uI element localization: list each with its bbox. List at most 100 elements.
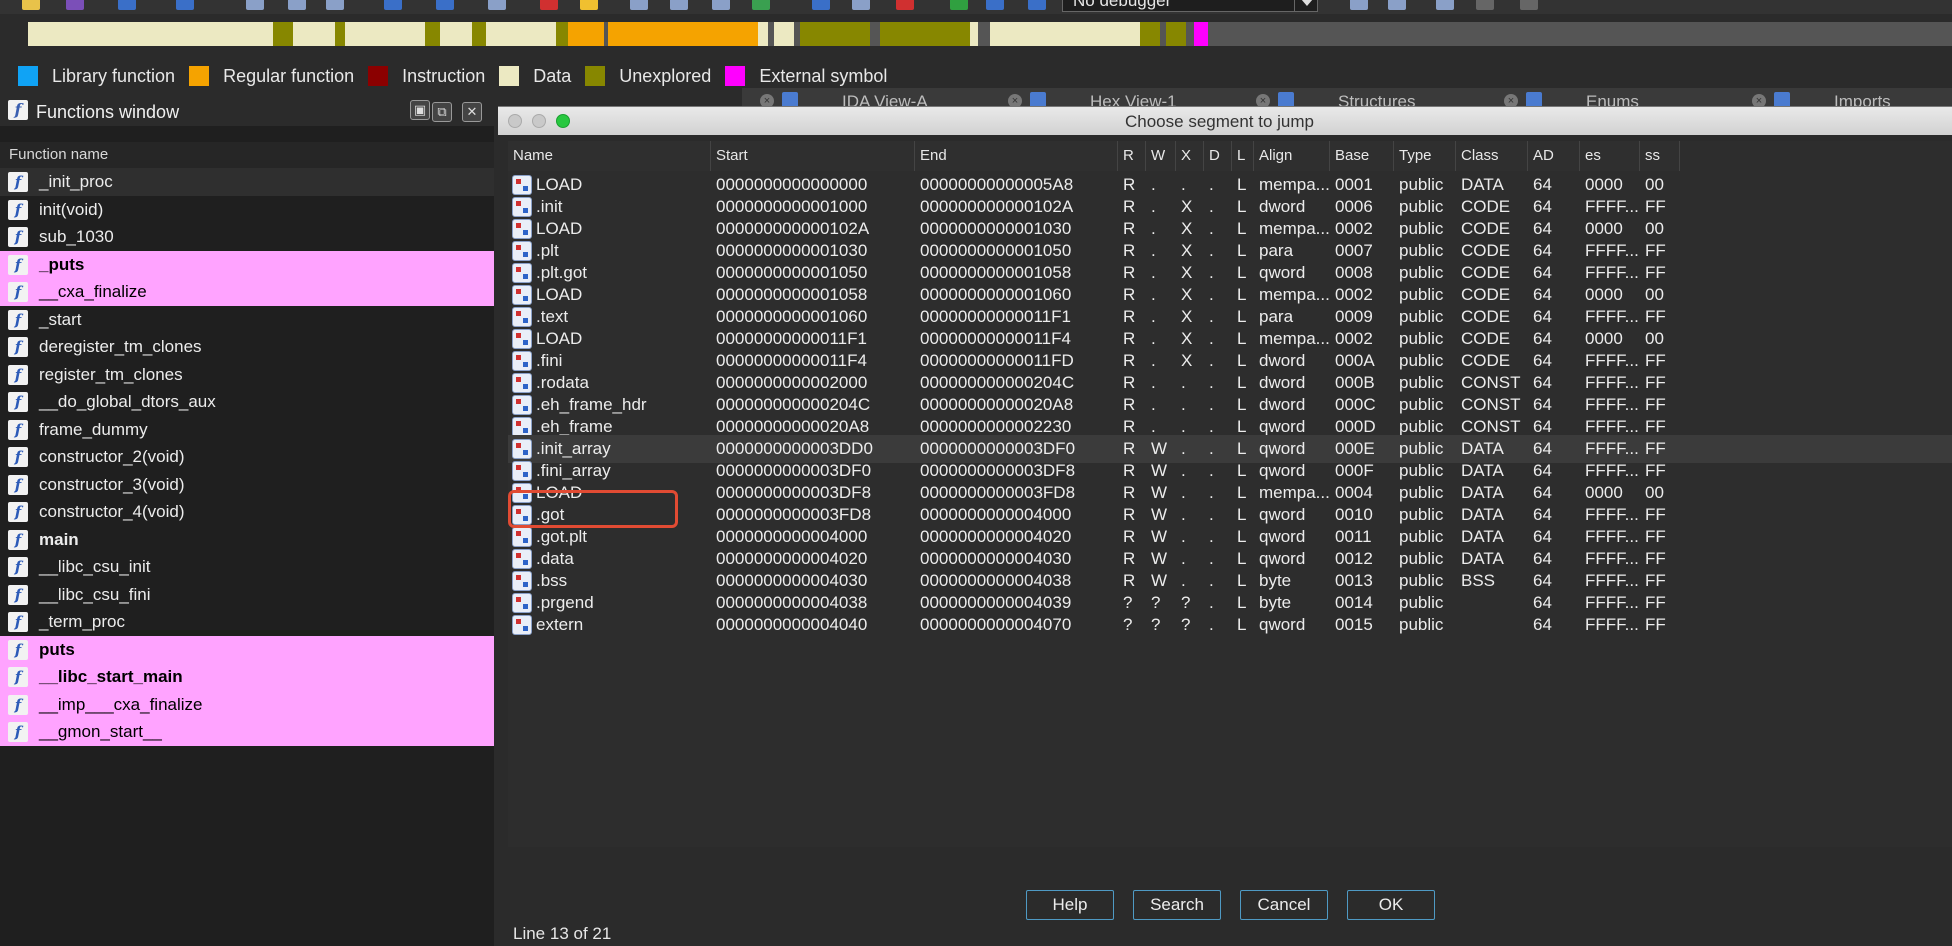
function-row[interactable]: f _puts (0, 250, 494, 278)
save-icon[interactable] (66, 0, 84, 10)
choose-segment-dialog: Choose segment to jump Name Start End R W X D L… (498, 106, 1952, 946)
column-header-name[interactable]: Name (508, 141, 711, 171)
function-row[interactable]: f __libc_csu_fini (0, 581, 494, 609)
forward-icon[interactable] (176, 0, 194, 10)
graph-icon[interactable] (752, 0, 770, 10)
column-header-d[interactable]: D (1204, 141, 1232, 171)
function-row[interactable]: f _start (0, 306, 494, 334)
column-header-base[interactable]: Base (1330, 141, 1394, 171)
segment-icon (512, 615, 532, 635)
list-icon[interactable] (1436, 0, 1454, 10)
float-icon[interactable]: ⧉ (432, 102, 452, 122)
chevron-down-icon[interactable] (1294, 0, 1318, 12)
function-row[interactable]: f __cxa_finalize (0, 278, 494, 306)
column-header-type[interactable]: Type (1394, 141, 1456, 171)
nav-segment-data (990, 22, 1140, 46)
function-row[interactable]: f __do_global_dtors_aux (0, 388, 494, 416)
function-name: deregister_tm_clones (39, 337, 202, 356)
close-icon[interactable]: ✕ (462, 102, 482, 122)
cell-x: ? (1181, 615, 1191, 634)
column-header-l[interactable]: L (1232, 141, 1254, 171)
function-row[interactable]: f constructor_3(void) (0, 471, 494, 499)
run-icon[interactable] (950, 0, 968, 10)
column-header-start[interactable]: Start (711, 141, 915, 171)
breakpoint-icon[interactable] (1476, 0, 1494, 10)
dialog-titlebar: Choose segment to jump (498, 107, 1952, 135)
function-row[interactable]: f init(void) (0, 196, 494, 224)
function-row[interactable]: f frame_dummy (0, 416, 494, 444)
maximize-icon[interactable]: ▣ (410, 100, 430, 120)
cell-end: 0000000000004070 (920, 615, 1072, 634)
code-icon[interactable] (630, 0, 648, 10)
column-header-align[interactable]: Align (1254, 141, 1330, 171)
function-name: sub_1030 (39, 227, 114, 246)
help-button[interactable]: Help (1026, 890, 1114, 920)
debugger-select[interactable]: No debugger (1062, 0, 1318, 12)
structure-icon[interactable] (712, 0, 730, 10)
pause-icon[interactable] (986, 0, 1004, 10)
hex-icon[interactable] (246, 0, 264, 10)
ok-button[interactable]: OK (1347, 890, 1435, 920)
search-button[interactable]: Search (1133, 890, 1221, 920)
function-row[interactable]: f deregister_tm_clones (0, 333, 494, 361)
cell-base: 0015 (1335, 615, 1373, 634)
cell-w: ? (1151, 615, 1161, 634)
function-row[interactable]: f __imp___cxa_finalize (0, 690, 494, 718)
function-name-column-header[interactable]: Function name (0, 142, 494, 168)
function-row[interactable]: f constructor_4(void) (0, 498, 494, 526)
cell-r: ? (1123, 615, 1133, 634)
edit-icon[interactable] (436, 0, 454, 10)
stop-debug-icon[interactable] (1028, 0, 1046, 10)
function-name: constructor_4(void) (39, 502, 185, 521)
warning-icon[interactable] (540, 0, 558, 10)
segment-icon (512, 175, 532, 195)
segment-icon (512, 593, 532, 613)
column-header-x[interactable]: X (1176, 141, 1204, 171)
trace-icon[interactable] (1520, 0, 1538, 10)
column-header-class[interactable]: Class (1456, 141, 1528, 171)
function-icon: f (8, 667, 28, 687)
chart-icon[interactable] (852, 0, 870, 10)
open-file-icon[interactable] (22, 0, 40, 10)
names-icon[interactable] (326, 0, 344, 10)
function-name: _init_proc (39, 172, 113, 191)
refresh-icon[interactable] (1388, 0, 1406, 10)
segment-icon (512, 285, 532, 305)
function-row[interactable]: f puts (0, 635, 494, 663)
function-name: __imp___cxa_finalize (39, 694, 203, 714)
function-row[interactable]: f constructor_2(void) (0, 443, 494, 471)
strings-icon[interactable] (288, 0, 306, 10)
functions-window: f Functions window ▣ ⧉ ✕ Function name f… (0, 96, 494, 946)
column-header-ad[interactable]: AD (1528, 141, 1580, 171)
function-row[interactable]: f __gmon_start__ (0, 718, 494, 746)
function-icon: f (8, 584, 28, 605)
function-row[interactable]: f _init_proc (0, 168, 494, 196)
function-row[interactable]: f sub_1030 (0, 223, 494, 251)
function-icon: f (8, 364, 28, 385)
column-header-es[interactable]: es (1580, 141, 1640, 171)
function-name: __libc_start_main (39, 667, 183, 686)
function-row[interactable]: f __libc_start_main (0, 663, 494, 691)
cancel-button[interactable]: Cancel (1240, 890, 1328, 920)
tools-icon[interactable] (488, 0, 506, 10)
attach-icon[interactable] (1350, 0, 1368, 10)
function-row[interactable]: f __libc_csu_init (0, 553, 494, 581)
back-icon[interactable] (118, 0, 136, 10)
function-row[interactable]: f _term_proc (0, 608, 494, 636)
column-header-r[interactable]: R (1118, 141, 1146, 171)
legend-item-library: Library function (18, 66, 175, 87)
script-icon[interactable] (384, 0, 402, 10)
function-row[interactable]: f register_tm_clones (0, 361, 494, 389)
column-header-end[interactable]: End (915, 141, 1118, 171)
pin-icon[interactable] (812, 0, 830, 10)
data-icon[interactable] (670, 0, 688, 10)
function-icon: f (8, 100, 28, 120)
stop-icon[interactable] (896, 0, 914, 10)
navigation-band[interactable] (28, 22, 1952, 46)
column-header-ss[interactable]: ss (1640, 141, 1680, 171)
legend-swatch (585, 66, 606, 86)
column-header-w[interactable]: W (1146, 141, 1176, 171)
segment-row[interactable]: extern 0000000000004040 0000000000004070??… (508, 611, 1952, 639)
lightbulb-icon[interactable] (580, 0, 598, 10)
function-row[interactable]: f main (0, 526, 494, 554)
